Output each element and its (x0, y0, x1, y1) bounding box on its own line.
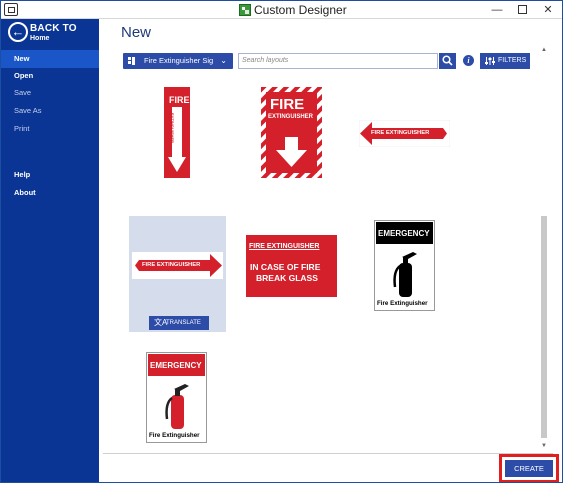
search-button[interactable] (439, 53, 456, 69)
maximize-icon (517, 4, 527, 14)
layout-thumbnail[interactable]: FIRE EXTINGUISHER (358, 119, 451, 148)
sign-caption: Fire Extinguisher (377, 300, 428, 307)
translate-label: TRANSLATE (166, 320, 201, 326)
search-input[interactable]: Search layouts (238, 53, 438, 69)
layout-thumbnail[interactable]: FIRE EXTINGUISHER IN CASE OF FIRE BREAK … (246, 235, 337, 297)
create-button-highlight: CREATE (499, 454, 559, 482)
vertical-scrollbar[interactable]: ▲ ▼ (540, 46, 548, 450)
scroll-up-icon[interactable]: ▲ (540, 46, 548, 54)
chevron-down-icon: ⌄ (220, 56, 227, 65)
page-title: New (121, 24, 152, 41)
main-panel: New Fire Extinguisher Sig ⌄ Search layou… (99, 19, 562, 482)
grid-icon (128, 57, 136, 65)
close-button[interactable]: ✕ (537, 1, 559, 19)
search-icon (442, 55, 453, 66)
sign-line-1: IN CASE OF FIRE (250, 262, 321, 272)
sidebar-item-about[interactable]: About (1, 184, 99, 202)
scroll-thumb[interactable] (541, 216, 547, 438)
sign-text: FIRE EXTINGUISHER (142, 262, 201, 268)
sign-header: EMERGENCY (378, 229, 430, 238)
translate-button[interactable]: 文A TRANSLATE (149, 316, 209, 330)
back-to-home-button[interactable]: ← BACK TO Home (5, 22, 95, 44)
back-subtitle: Home (30, 35, 50, 42)
sign-title: FIRE EXTINGUISHER (249, 243, 320, 250)
filters-icon (485, 57, 495, 65)
extinguisher-icon (393, 252, 417, 297)
category-label: Fire Extinguisher Sig (144, 56, 214, 65)
sidebar-item-help[interactable]: Help (1, 166, 99, 184)
minimize-button[interactable]: — (486, 1, 508, 19)
sidebar-item-print[interactable]: Print (1, 120, 99, 138)
sign-header: EMERGENCY (150, 361, 202, 370)
sign-caption: Fire Extinguisher (149, 432, 200, 439)
sign-line-2: BREAK GLASS (256, 273, 318, 283)
category-dropdown[interactable]: Fire Extinguisher Sig ⌄ (123, 53, 233, 69)
title-bar: Custom Designer — ✕ (1, 1, 562, 19)
system-menu-icon[interactable] (4, 3, 18, 16)
sidebar-item-new[interactable]: New (1, 50, 99, 68)
sign-title: FIRE (270, 96, 305, 113)
maximize-button[interactable] (511, 1, 533, 19)
sidebar-item-save-as[interactable]: Save As (1, 102, 99, 120)
sign-subtitle: EXTINGUISHER (268, 114, 314, 120)
layout-thumbnail[interactable]: FIRE EXTINGUISHER (164, 87, 190, 178)
extinguisher-icon (165, 384, 189, 429)
window-title: Custom Designer (254, 3, 347, 17)
filters-label: FILTERS (498, 57, 527, 64)
sidebar-item-open[interactable]: Open (1, 67, 99, 85)
layout-thumbnail-selected[interactable]: FIRE EXTINGUISHER (132, 252, 223, 279)
sidebar-item-save[interactable]: Save (1, 84, 99, 102)
scroll-down-icon[interactable]: ▼ (540, 442, 548, 450)
sign-text: FIRE EXTINGUISHER (371, 130, 430, 136)
sign-title: FIRE (169, 95, 190, 105)
layout-thumbnail[interactable]: EMERGENCY Fire Extinguisher (146, 352, 207, 443)
layout-thumbnail[interactable]: EMERGENCY Fire Extinguisher (374, 220, 435, 311)
app-window: Custom Designer — ✕ ← BACK TO Home New O… (0, 0, 563, 483)
sidebar: ← BACK TO Home New Open Save Save As Pri… (1, 19, 99, 482)
info-icon[interactable]: i (463, 55, 474, 66)
filters-button[interactable]: FILTERS (480, 53, 530, 69)
app-logo-icon (239, 4, 251, 16)
layout-thumbnail[interactable]: FIRE EXTINGUISHER (261, 87, 322, 178)
back-title: BACK TO (30, 23, 77, 34)
footer-divider (103, 453, 553, 454)
sign-subtitle: EXTINGUISHER (170, 113, 175, 144)
back-arrow-icon: ← (8, 22, 28, 42)
create-button[interactable]: CREATE (505, 460, 553, 477)
